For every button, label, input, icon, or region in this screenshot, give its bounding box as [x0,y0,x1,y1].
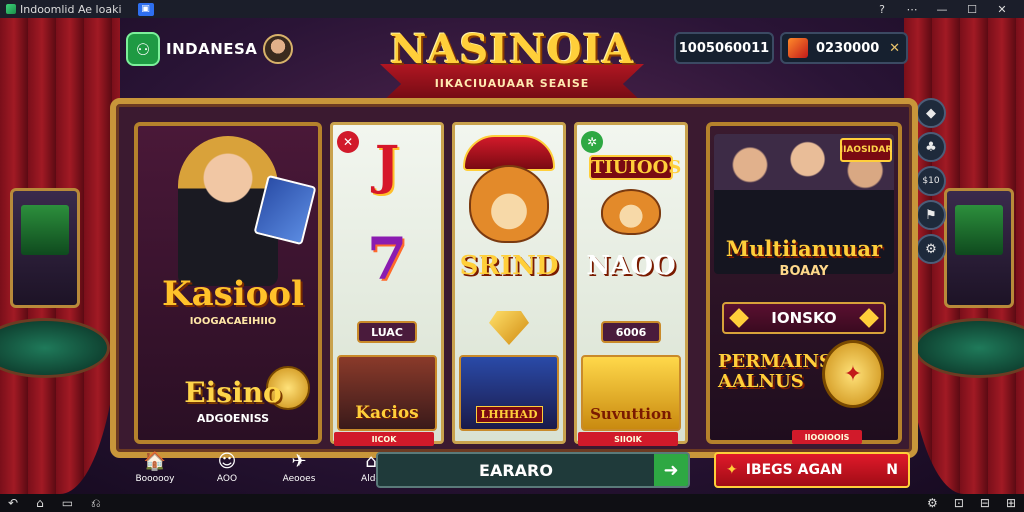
multiplayer-feature-card[interactable]: IIAOSIDAR Multiianuuar BOAAY IONSKO PERM… [706,122,902,444]
game-scene: ⚇ INDANESA NASINOIA IIKACIUAUAAR SEAISE … [0,18,1024,494]
minimize-button[interactable]: — [934,3,950,16]
game-logo: NASINOIA IIKACIUAUAAR SEAISE [380,26,644,106]
club-button[interactable]: ♣ [916,132,946,162]
window-title: Indoomlid Ae loaki [20,2,122,16]
more-icon[interactable]: ⋯ [904,3,920,16]
maximize-button[interactable]: ☐ [964,3,980,16]
player-name: INDANESA [166,40,258,58]
kasino-subtitle: IOOGACAEIHIIO [189,316,277,327]
window-controls: ? ⋯ — ☐ ✕ [874,3,1018,16]
controller-icon[interactable]: ⚇ [126,32,160,66]
slot-reel-3[interactable]: ✲ TIUIOOS NAOO 6006 Suvuttion [574,122,688,444]
reel-1-pill: LUAC [357,321,417,343]
fullscreen-icon[interactable]: ⊞ [1006,496,1016,510]
settings-button[interactable]: ⚙ [916,234,946,264]
play-now-button[interactable]: ✦ IBEGS AGAN N [714,452,910,488]
back-icon[interactable]: ↶ [8,496,18,510]
reel-3-pill: 6006 [601,321,661,343]
recents-icon[interactable]: ▭ [62,496,73,510]
add-gems-icon[interactable]: ✕ [889,41,900,56]
diamond-button[interactable]: ◆ [916,98,946,128]
kasino-title: Kasiool [162,274,304,314]
logo-subtitle: IIKACIUAUAAR SEAISE [434,77,590,90]
eisino-subtitle: ADGOENISS [196,412,270,425]
feature-under-tag: IIOOIOOIS [792,430,862,444]
kacios-thumbnail[interactable]: Kacios [337,355,437,431]
sparkle-icon: ✦ [726,462,738,478]
gold-gem-icon [489,311,529,345]
avatar[interactable] [263,34,294,64]
settings-icon[interactable]: ⚙ [927,496,938,510]
promo-text: PERMAINS AALNUS [718,351,832,392]
nav-home[interactable]: 🏠 Boooooy [130,451,180,485]
reel-symbol-seven: 7 [366,225,408,293]
background-slot-machine-left [10,188,80,308]
kacios-label: Kacios [355,403,419,423]
lobby-icon: ⌂ [365,451,377,472]
nav-events-label: Aeooes [282,474,316,484]
logo-title: NASINOIA [389,26,635,73]
android-nav-bar: ↶ ⌂ ▭ ⎌ ⚙ ⊡ ⊟ ⊞ [0,494,1024,512]
kasino-game-card[interactable]: Kasiool IOOGACAEIHIIO Eisino ADGOENISS [134,122,322,444]
coin-balance[interactable]: 1005060011 [674,32,774,64]
nav-profile-label: AOO [216,474,238,484]
nav-events[interactable]: ✈ Aeooes [274,451,324,485]
code-input[interactable]: EARARO ➜ [376,452,690,488]
tv-icon[interactable]: ▣ [137,2,154,16]
reel-2-word: SRIND [459,251,559,281]
code-input-value[interactable]: EARARO [378,461,654,480]
game-board: Kasiool IOOGACAEIHIIO Eisino ADGOENISS ✕… [110,98,918,458]
suvuttion-thumbnail[interactable]: Suvuttion [581,355,681,431]
smiley-icon: ☺ [217,451,237,472]
slot-reel-2[interactable]: SRIND LHHHAD [452,122,566,444]
bonus-button[interactable]: $10 [916,166,946,196]
reel-3-mid-word: NAOO [586,251,676,281]
sword-shield-icon: ✦ [822,340,884,408]
king-cards-thumbnail[interactable]: LHHHAD [459,355,559,431]
plane-icon: ✈ [291,451,307,472]
rotate-icon[interactable]: ⎌ [91,496,101,511]
reel-3-top-word: TIUIOOS [589,155,682,180]
diamond-icon [729,308,749,328]
window-titlebar: Indoomlid Ae loaki ▣ ? ⋯ — ☐ ✕ [0,0,1024,18]
side-buttons: ◆ ♣ $10 ⚑ ⚙ [916,98,946,264]
bottom-nav: 🏠 Boooooy ☺ AOO ✈ Aeooes ⌂ Aldo [130,451,396,485]
fox-mascot-icon [601,189,661,235]
background-slot-machine-right [944,188,1014,308]
gem-balance[interactable]: 0230000 ✕ [780,32,908,64]
suvuttion-label: Suvuttion [590,405,672,423]
cat-mascot-icon [469,165,549,243]
play-now-label: IBEGS AGAN [745,462,843,478]
help-icon[interactable]: ? [874,3,890,16]
flag-button[interactable]: ⚑ [916,200,946,230]
feature-title: Multiianuuar [725,236,883,261]
close-window-button[interactable]: ✕ [994,3,1010,16]
reel-3-under-tag: SIIOIK [578,432,678,446]
feature-subtitle: BOAAY [779,264,829,279]
player-profile[interactable]: ⚇ INDANESA [126,32,294,66]
slot-reel-1[interactable]: ✕ J 7 LUAC Kacios [330,122,444,444]
gem-count: 0230000 [816,40,880,56]
gem-icon [788,38,808,58]
king-cards-label: LHHHAD [475,406,543,423]
reel-symbol-j: J [374,135,400,196]
close-icon[interactable]: N [886,462,898,478]
feature-tag: IIAOSIDAR [840,138,892,162]
plus-reel-icon[interactable]: ✲ [581,131,603,153]
keyboard-icon[interactable]: ⊟ [980,496,990,510]
nav-profile[interactable]: ☺ AOO [202,451,252,485]
android-bar-right: ⚙ ⊡ ⊟ ⊞ [927,496,1016,510]
house-icon: 🏠 [143,451,167,472]
screenshot-icon[interactable]: ⊡ [954,496,964,510]
arrow-right-icon[interactable]: ➜ [654,454,688,486]
diamond-icon [859,308,879,328]
home-icon[interactable]: ⌂ [36,496,44,510]
nav-home-label: Boooooy [135,474,175,484]
eisino-title: Eisino [184,376,282,409]
ionsko-label: IONSKO [771,309,837,327]
ionsko-button[interactable]: IONSKO [722,302,886,334]
reel-1-under-tag: IICOK [334,432,434,446]
app-icon [6,4,16,14]
